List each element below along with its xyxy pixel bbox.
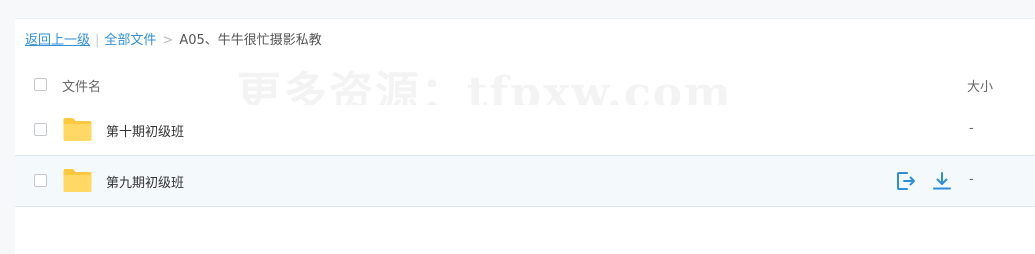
share-icon[interactable] bbox=[895, 170, 917, 192]
column-header-name[interactable]: 文件名 bbox=[62, 76, 101, 95]
breadcrumb-chevron: > bbox=[162, 33, 174, 48]
row-checkbox[interactable] bbox=[34, 123, 47, 136]
breadcrumb-separator: | bbox=[95, 33, 100, 48]
file-name[interactable]: 第十期初级班 bbox=[106, 121, 184, 140]
file-browser-page: 返回上一级 | 全部文件 > A05、牛牛很忙摄影私教 文件名 大小 更多资源：tfpx… bbox=[0, 0, 1035, 254]
column-header-size[interactable]: 大小 bbox=[967, 76, 993, 95]
folder-icon bbox=[63, 169, 92, 192]
folder-icon bbox=[63, 118, 92, 141]
all-files-link[interactable]: 全部文件 bbox=[104, 33, 156, 48]
download-icon[interactable] bbox=[931, 170, 953, 192]
file-size: - bbox=[969, 121, 974, 136]
current-folder-label: A05、牛牛很忙摄影私教 bbox=[179, 33, 322, 48]
file-size: - bbox=[969, 172, 974, 187]
back-link[interactable]: 返回上一级 bbox=[25, 33, 90, 48]
row-checkbox[interactable] bbox=[34, 174, 47, 187]
table-row[interactable]: 第九期初级班 - bbox=[15, 155, 1035, 207]
breadcrumb: 返回上一级 | 全部文件 > A05、牛牛很忙摄影私教 bbox=[25, 32, 322, 50]
select-all-checkbox[interactable] bbox=[34, 78, 47, 91]
table-header: 文件名 大小 bbox=[15, 65, 1035, 106]
file-list-panel: 返回上一级 | 全部文件 > A05、牛牛很忙摄影私教 文件名 大小 更多资源：tfpx… bbox=[15, 18, 1035, 254]
table-row[interactable]: 第十期初级班 - bbox=[15, 105, 1035, 156]
file-name[interactable]: 第九期初级班 bbox=[106, 172, 184, 191]
